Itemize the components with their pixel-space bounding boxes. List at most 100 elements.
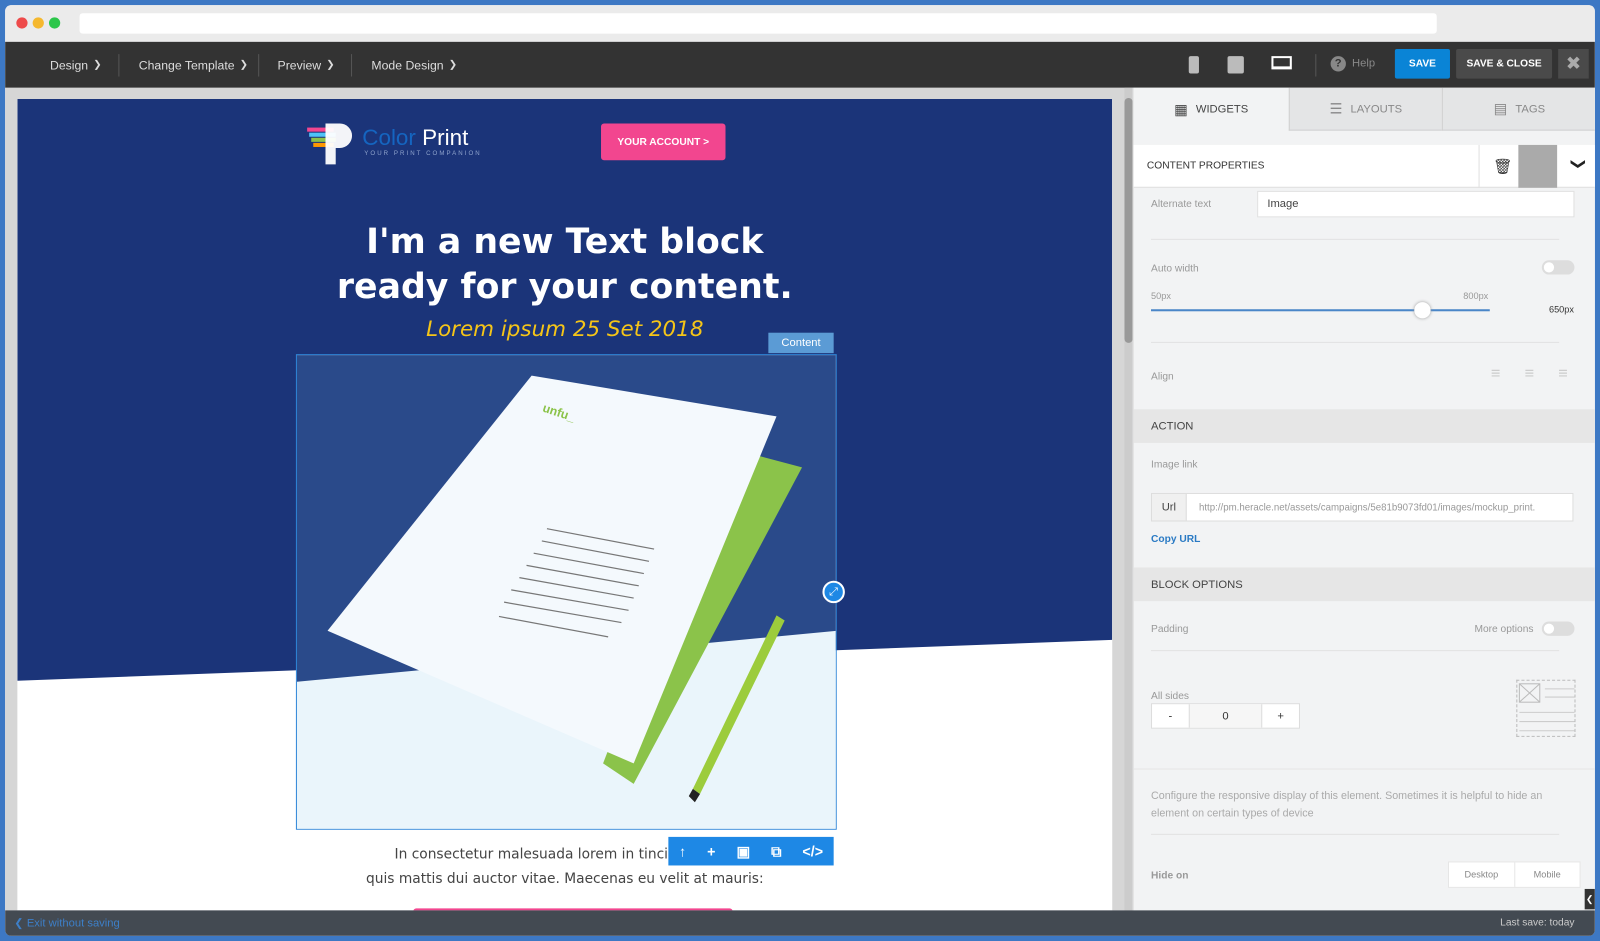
- menu-label: Change Template: [138, 57, 235, 72]
- menu-change-template[interactable]: Change Template ❯: [139, 42, 248, 88]
- duplicate-icon[interactable]: ⧉: [771, 843, 781, 860]
- editor-canvas: Color Print YOUR PRINT COMPANION YOUR AC…: [5, 87, 1133, 911]
- align-left-icon[interactable]: ≡: [1491, 365, 1501, 383]
- alt-text-input[interactable]: Image: [1257, 190, 1575, 218]
- tab-label: WIDGETS: [1195, 103, 1249, 116]
- browser-chrome: [5, 5, 1595, 42]
- padding-decrement[interactable]: -: [1152, 704, 1189, 727]
- help-icon[interactable]: ?: [1330, 56, 1346, 72]
- color-print-logo-icon: [301, 121, 353, 166]
- content-properties-header: CONTENT PROPERTIES 🗑 ❯: [1133, 144, 1595, 188]
- body-line-1: In consectetur malesuada lorem in tincid…: [394, 846, 736, 863]
- padding-preview-icon: [1516, 679, 1576, 737]
- brand-name: Color Print: [362, 125, 468, 152]
- mobile-view-icon[interactable]: [1188, 56, 1199, 74]
- tab-label: TAGS: [1515, 102, 1546, 115]
- width-slider-thumb[interactable]: [1413, 302, 1431, 319]
- layouts-icon: ☰: [1329, 100, 1343, 117]
- hide-on-group: Desktop Mobile: [1447, 861, 1581, 888]
- move-up-icon[interactable]: ↑: [679, 843, 686, 859]
- tab-label: LAYOUTS: [1350, 102, 1403, 115]
- chevron-left-icon: ❮: [14, 917, 27, 930]
- tab-layouts[interactable]: ☰ LAYOUTS: [1288, 87, 1442, 131]
- hide-on-label: Hide on: [1151, 870, 1189, 882]
- chevron-down-icon: ❯: [326, 59, 335, 71]
- tags-icon: ▤: [1493, 100, 1508, 117]
- menu-preview[interactable]: Preview ❯: [278, 42, 335, 88]
- save-block-button[interactable]: [1518, 144, 1558, 188]
- alt-text-label: Alternate text: [1151, 199, 1212, 211]
- hide-mobile-button[interactable]: Mobile: [1515, 862, 1580, 886]
- tablet-view-icon[interactable]: [1227, 56, 1244, 74]
- auto-width-toggle[interactable]: [1541, 260, 1575, 275]
- maximize-dot[interactable]: [48, 17, 61, 29]
- resize-handle-icon[interactable]: ⤢: [822, 580, 845, 604]
- url-prefix: Url: [1152, 493, 1187, 521]
- exit-without-saving-link[interactable]: ❮ Exit without saving: [14, 916, 119, 930]
- chevron-down-icon: ❯: [448, 59, 458, 71]
- close-editor-button[interactable]: ✖: [1558, 48, 1589, 79]
- body-text[interactable]: In consectetur malesuada lorem in tincid…: [17, 842, 1112, 891]
- menu-mode-design[interactable]: Mode Design ❯: [371, 42, 457, 88]
- properties-panel: ▦ WIDGETS ☰ LAYOUTS ▤ TAGS CONTENT PROPERTI…: [1132, 87, 1595, 911]
- selected-image-block[interactable]: unfu_: [295, 354, 837, 830]
- padding-increment[interactable]: +: [1262, 704, 1299, 727]
- slider-min-label: 50px: [1151, 290, 1171, 302]
- headline-line-2: ready for your content.: [336, 266, 793, 308]
- save-close-button[interactable]: SAVE & CLOSE: [1456, 48, 1553, 79]
- padding-label: Padding: [1151, 623, 1189, 635]
- copy-url-link[interactable]: Copy URL: [1151, 534, 1200, 545]
- address-bar[interactable]: [79, 13, 1437, 34]
- browser-window: Design ❯ Change Template ❯ Preview ❯ Mode D…: [5, 5, 1595, 936]
- auto-width-label: Auto width: [1151, 263, 1199, 275]
- tab-widgets[interactable]: ▦ WIDGETS: [1133, 87, 1289, 131]
- headline-line-1: I'm a new Text block: [366, 221, 764, 263]
- your-account-button[interactable]: YOUR ACCOUNT >: [601, 123, 726, 161]
- block-options-section-header: BLOCK OPTIONS: [1133, 567, 1595, 602]
- menu-label: Mode Design: [371, 57, 444, 72]
- padding-stepper: - 0 +: [1151, 703, 1300, 729]
- brand-print: Print: [422, 124, 469, 151]
- delete-icon[interactable]: ▣: [737, 843, 751, 860]
- all-sides-label: All sides: [1151, 690, 1190, 703]
- align-label: Align: [1151, 371, 1174, 383]
- help-link[interactable]: Help: [1352, 57, 1375, 69]
- width-slider[interactable]: [1151, 309, 1490, 312]
- menu-label: Design: [49, 57, 89, 72]
- more-options-toggle[interactable]: [1541, 621, 1575, 636]
- add-icon[interactable]: +: [707, 843, 715, 859]
- content-properties-title: CONTENT PROPERTIES: [1146, 160, 1265, 172]
- desktop-view-icon[interactable]: [1271, 56, 1292, 70]
- save-button[interactable]: SAVE: [1394, 48, 1450, 79]
- content-block-label: Content: [768, 332, 834, 354]
- footer-bar: ❮ Exit without saving Last save: today: [5, 910, 1595, 936]
- responsive-help-text: Configure the responsive display of this…: [1151, 789, 1543, 820]
- minimize-dot[interactable]: [32, 17, 44, 29]
- email-preview: Color Print YOUR PRINT COMPANION YOUR AC…: [17, 98, 1113, 911]
- last-save-status: Last save: today: [1500, 917, 1575, 929]
- trash-icon[interactable]: 🗑: [1493, 157, 1512, 175]
- close-dot[interactable]: [16, 17, 28, 29]
- menu-design[interactable]: Design ❯: [50, 42, 102, 88]
- brand-color: Color: [362, 124, 416, 151]
- collapse-panel-icon[interactable]: ❮: [1584, 888, 1595, 910]
- url-input-group: Url http://pm.heracle.net/assets/campaig…: [1151, 492, 1574, 522]
- top-toolbar: Design ❯ Change Template ❯ Preview ❯ Mode D…: [5, 41, 1595, 88]
- align-center-icon[interactable]: ≡: [1524, 365, 1534, 383]
- hide-desktop-button[interactable]: Desktop: [1449, 862, 1515, 887]
- canvas-scrollbar[interactable]: [1124, 87, 1133, 911]
- tab-tags[interactable]: ▤ TAGS: [1441, 87, 1595, 131]
- menu-label: Preview: [277, 57, 322, 72]
- slider-max-label: 800px: [1463, 290, 1489, 302]
- code-icon[interactable]: </>: [802, 843, 823, 859]
- more-options-label: More options: [1474, 623, 1534, 635]
- subheadline[interactable]: Lorem ipsum 25 Set 2018: [17, 316, 1112, 340]
- align-right-icon[interactable]: ≡: [1558, 365, 1568, 383]
- action-section-header: ACTION: [1133, 409, 1595, 443]
- brand-tagline: YOUR PRINT COMPANION: [364, 151, 482, 158]
- headline[interactable]: I'm a new Text block ready for your conte…: [17, 219, 1112, 309]
- url-input[interactable]: http://pm.heracle.net/assets/campaigns/5…: [1187, 502, 1535, 513]
- chevron-down-icon[interactable]: ❯: [1570, 158, 1587, 170]
- padding-input[interactable]: 0: [1188, 704, 1263, 728]
- block-toolbar: ↑ + ▣ ⧉ </>: [668, 836, 834, 866]
